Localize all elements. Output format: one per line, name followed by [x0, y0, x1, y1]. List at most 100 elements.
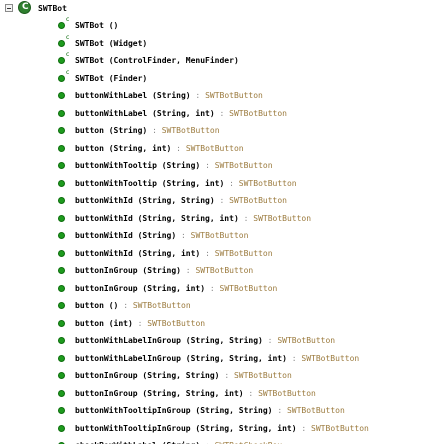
public-method-icon — [58, 302, 65, 309]
tree-item-method[interactable]: buttonWithLabelInGroup (String, String, … — [0, 350, 441, 368]
method-text: buttonWithId (String, String, int) : SWT… — [75, 214, 311, 223]
tree-item-method[interactable]: button () : SWTBotButton — [0, 297, 441, 315]
tree-item-method[interactable]: buttonInGroup (String, int) : SWTBotButt… — [0, 280, 441, 298]
method-signature: buttonWithLabelInGroup (String, String, … — [75, 353, 287, 363]
method-text: buttonWithTooltip (String) : SWTBotButto… — [75, 161, 273, 170]
method-text: button (int) : SWTBotButton — [75, 319, 205, 328]
public-method-icon — [58, 232, 65, 239]
method-signature: buttonWithTooltipInGroup (String, String… — [75, 406, 273, 415]
tree-item-method[interactable]: c SWTBot (Finder) — [0, 69, 441, 88]
method-text: buttonWithTooltip (String, int) : SWTBot… — [75, 179, 297, 188]
tree-item-method[interactable]: buttonWithId (String, String, int) : SWT… — [0, 210, 441, 228]
return-type: SWTBotButton — [238, 178, 297, 188]
public-method-icon — [58, 144, 65, 152]
method-signature: SWTBot () — [75, 21, 119, 30]
return-separator: : — [219, 196, 225, 205]
return-separator: : — [267, 336, 273, 345]
return-type: SWTBotButton — [161, 126, 220, 135]
method-text: SWTBot (ControlFinder, MenuFinder) — [75, 56, 239, 65]
tree-item-method[interactable]: buttonInGroup (String, String, int) : SW… — [0, 385, 441, 403]
public-method-icon — [58, 424, 65, 432]
tree-item-method[interactable]: c SWTBot (ControlFinder, MenuFinder) — [0, 52, 441, 70]
return-separator: : — [229, 178, 234, 188]
tree-item-method[interactable]: buttonWithLabelInGroup (String, String) … — [0, 332, 441, 350]
return-type: SWTBotButton — [229, 196, 287, 205]
method-text: buttonWithLabel (String, int) : SWTBotBu… — [75, 109, 287, 118]
method-text: buttonInGroup (String, int) : SWTBotButt… — [75, 284, 277, 293]
tree-item-method[interactable]: buttonWithTooltipInGroup (String, String… — [0, 402, 441, 420]
public-method-icon — [58, 249, 65, 257]
method-signature: buttonWithId (String) — [75, 231, 177, 240]
tree-item-method[interactable]: buttonWithTooltip (String) : SWTBotButto… — [0, 157, 441, 175]
tree-item-method[interactable]: button (String) : SWTBotButton — [0, 122, 441, 140]
return-separator: : — [209, 283, 215, 293]
return-type: SWTBotButton — [214, 248, 273, 258]
tree-item-method[interactable]: buttonWithLabel (String, int) : SWTBotBu… — [0, 105, 441, 123]
method-text: buttonWithId (String, String) : SWTBotBu… — [75, 196, 287, 205]
return-separator: : — [301, 423, 307, 433]
tree-item-method[interactable]: button (String, int) : SWTBotButton — [0, 140, 441, 158]
return-type: SWTBotButton — [301, 353, 360, 363]
method-text: SWTBot (Widget) — [75, 39, 147, 48]
return-type: SWTBotButton — [258, 388, 316, 398]
method-text: buttonWithLabel (String) : SWTBotButton — [75, 91, 263, 100]
return-separator: : — [185, 266, 191, 275]
method-signature: button (String) — [75, 126, 148, 135]
method-signature: buttonWithLabel (String) — [75, 91, 191, 100]
return-separator: : — [291, 353, 297, 363]
return-separator: : — [219, 108, 225, 118]
method-signature: buttonInGroup (String) — [75, 266, 181, 275]
method-signature: buttonInGroup (String, String) — [75, 371, 220, 380]
return-type: SWTBotButton — [219, 283, 278, 293]
return-separator: : — [176, 143, 181, 153]
return-separator: : — [205, 248, 210, 258]
method-text: buttonWithLabelInGroup (String, String, … — [75, 354, 359, 363]
public-method-icon — [58, 109, 65, 117]
return-type: SWTBotButton — [132, 301, 191, 310]
method-text: SWTBot (Finder) — [75, 74, 147, 83]
constructor-marker: c — [66, 33, 70, 41]
method-signature: button () — [75, 301, 119, 310]
public-method-icon — [58, 267, 65, 274]
return-separator: : — [137, 318, 143, 328]
public-method-icon — [58, 22, 65, 29]
tree-item-method[interactable]: c SWTBot (Widget) — [0, 33, 441, 53]
tree-item-method[interactable]: buttonWithLabel (String) : SWTBotButton — [0, 87, 441, 105]
tree-item-method[interactable]: buttonInGroup (String) : SWTBotButton — [0, 262, 441, 280]
return-type: SWTBotButton — [205, 91, 263, 100]
public-method-icon — [58, 57, 65, 64]
tree-item-method[interactable]: buttonWithId (String) : SWTBotButton — [0, 227, 441, 245]
public-method-icon — [58, 39, 65, 47]
public-method-icon — [58, 337, 65, 344]
tree-item-method[interactable]: button (int) : SWTBotButton — [0, 315, 441, 333]
tree-item-method[interactable]: buttonWithTooltip (String, int) : SWTBot… — [0, 175, 441, 193]
return-separator: : — [180, 231, 186, 240]
return-separator: : — [205, 161, 210, 170]
return-separator: : — [195, 91, 201, 100]
tree-item-method[interactable]: buttonWithTooltipInGroup (String, String… — [0, 420, 441, 438]
method-text: buttonWithLabelInGroup (String, String) … — [75, 336, 335, 345]
method-signature: buttonWithTooltipInGroup (String, String… — [75, 423, 297, 433]
outline-tree: SWTBot c SWTBot () c SWTBot (Widget) c SWTBot… — [0, 0, 441, 444]
return-type: SWTBotButton — [214, 161, 273, 170]
public-method-icon — [58, 74, 65, 82]
tree-item-method[interactable]: c SWTBot () — [0, 17, 441, 35]
return-type: SWTBotButton — [253, 213, 312, 223]
method-text: buttonInGroup (String, String, int) : SW… — [75, 389, 316, 398]
method-text: SWTBot () — [75, 21, 118, 30]
return-type: SWTBotButton — [311, 423, 369, 433]
tree-item-method[interactable]: buttonWithId (String, int) : SWTBotButto… — [0, 245, 441, 263]
public-method-icon — [58, 162, 65, 169]
public-method-icon — [58, 214, 65, 222]
constructor-marker: c — [66, 16, 70, 23]
tree-item-method[interactable]: buttonWithId (String, String) : SWTBotBu… — [0, 192, 441, 210]
tree-item-method[interactable]: buttonInGroup (String, String) : SWTBotB… — [0, 367, 441, 385]
collapse-minus-icon[interactable] — [5, 4, 13, 12]
return-separator: : — [123, 301, 129, 310]
class-node-swtbot[interactable]: SWTBot — [0, 0, 441, 17]
return-separator: : — [243, 213, 249, 223]
method-text: buttonInGroup (String) : SWTBotButton — [75, 266, 253, 275]
return-separator: : — [248, 388, 254, 398]
method-signature: buttonWithLabelInGroup (String, String) — [75, 336, 263, 345]
tree-item-method[interactable]: checkBoxWithLabel (String) : SWTBotCheck… — [0, 437, 441, 444]
